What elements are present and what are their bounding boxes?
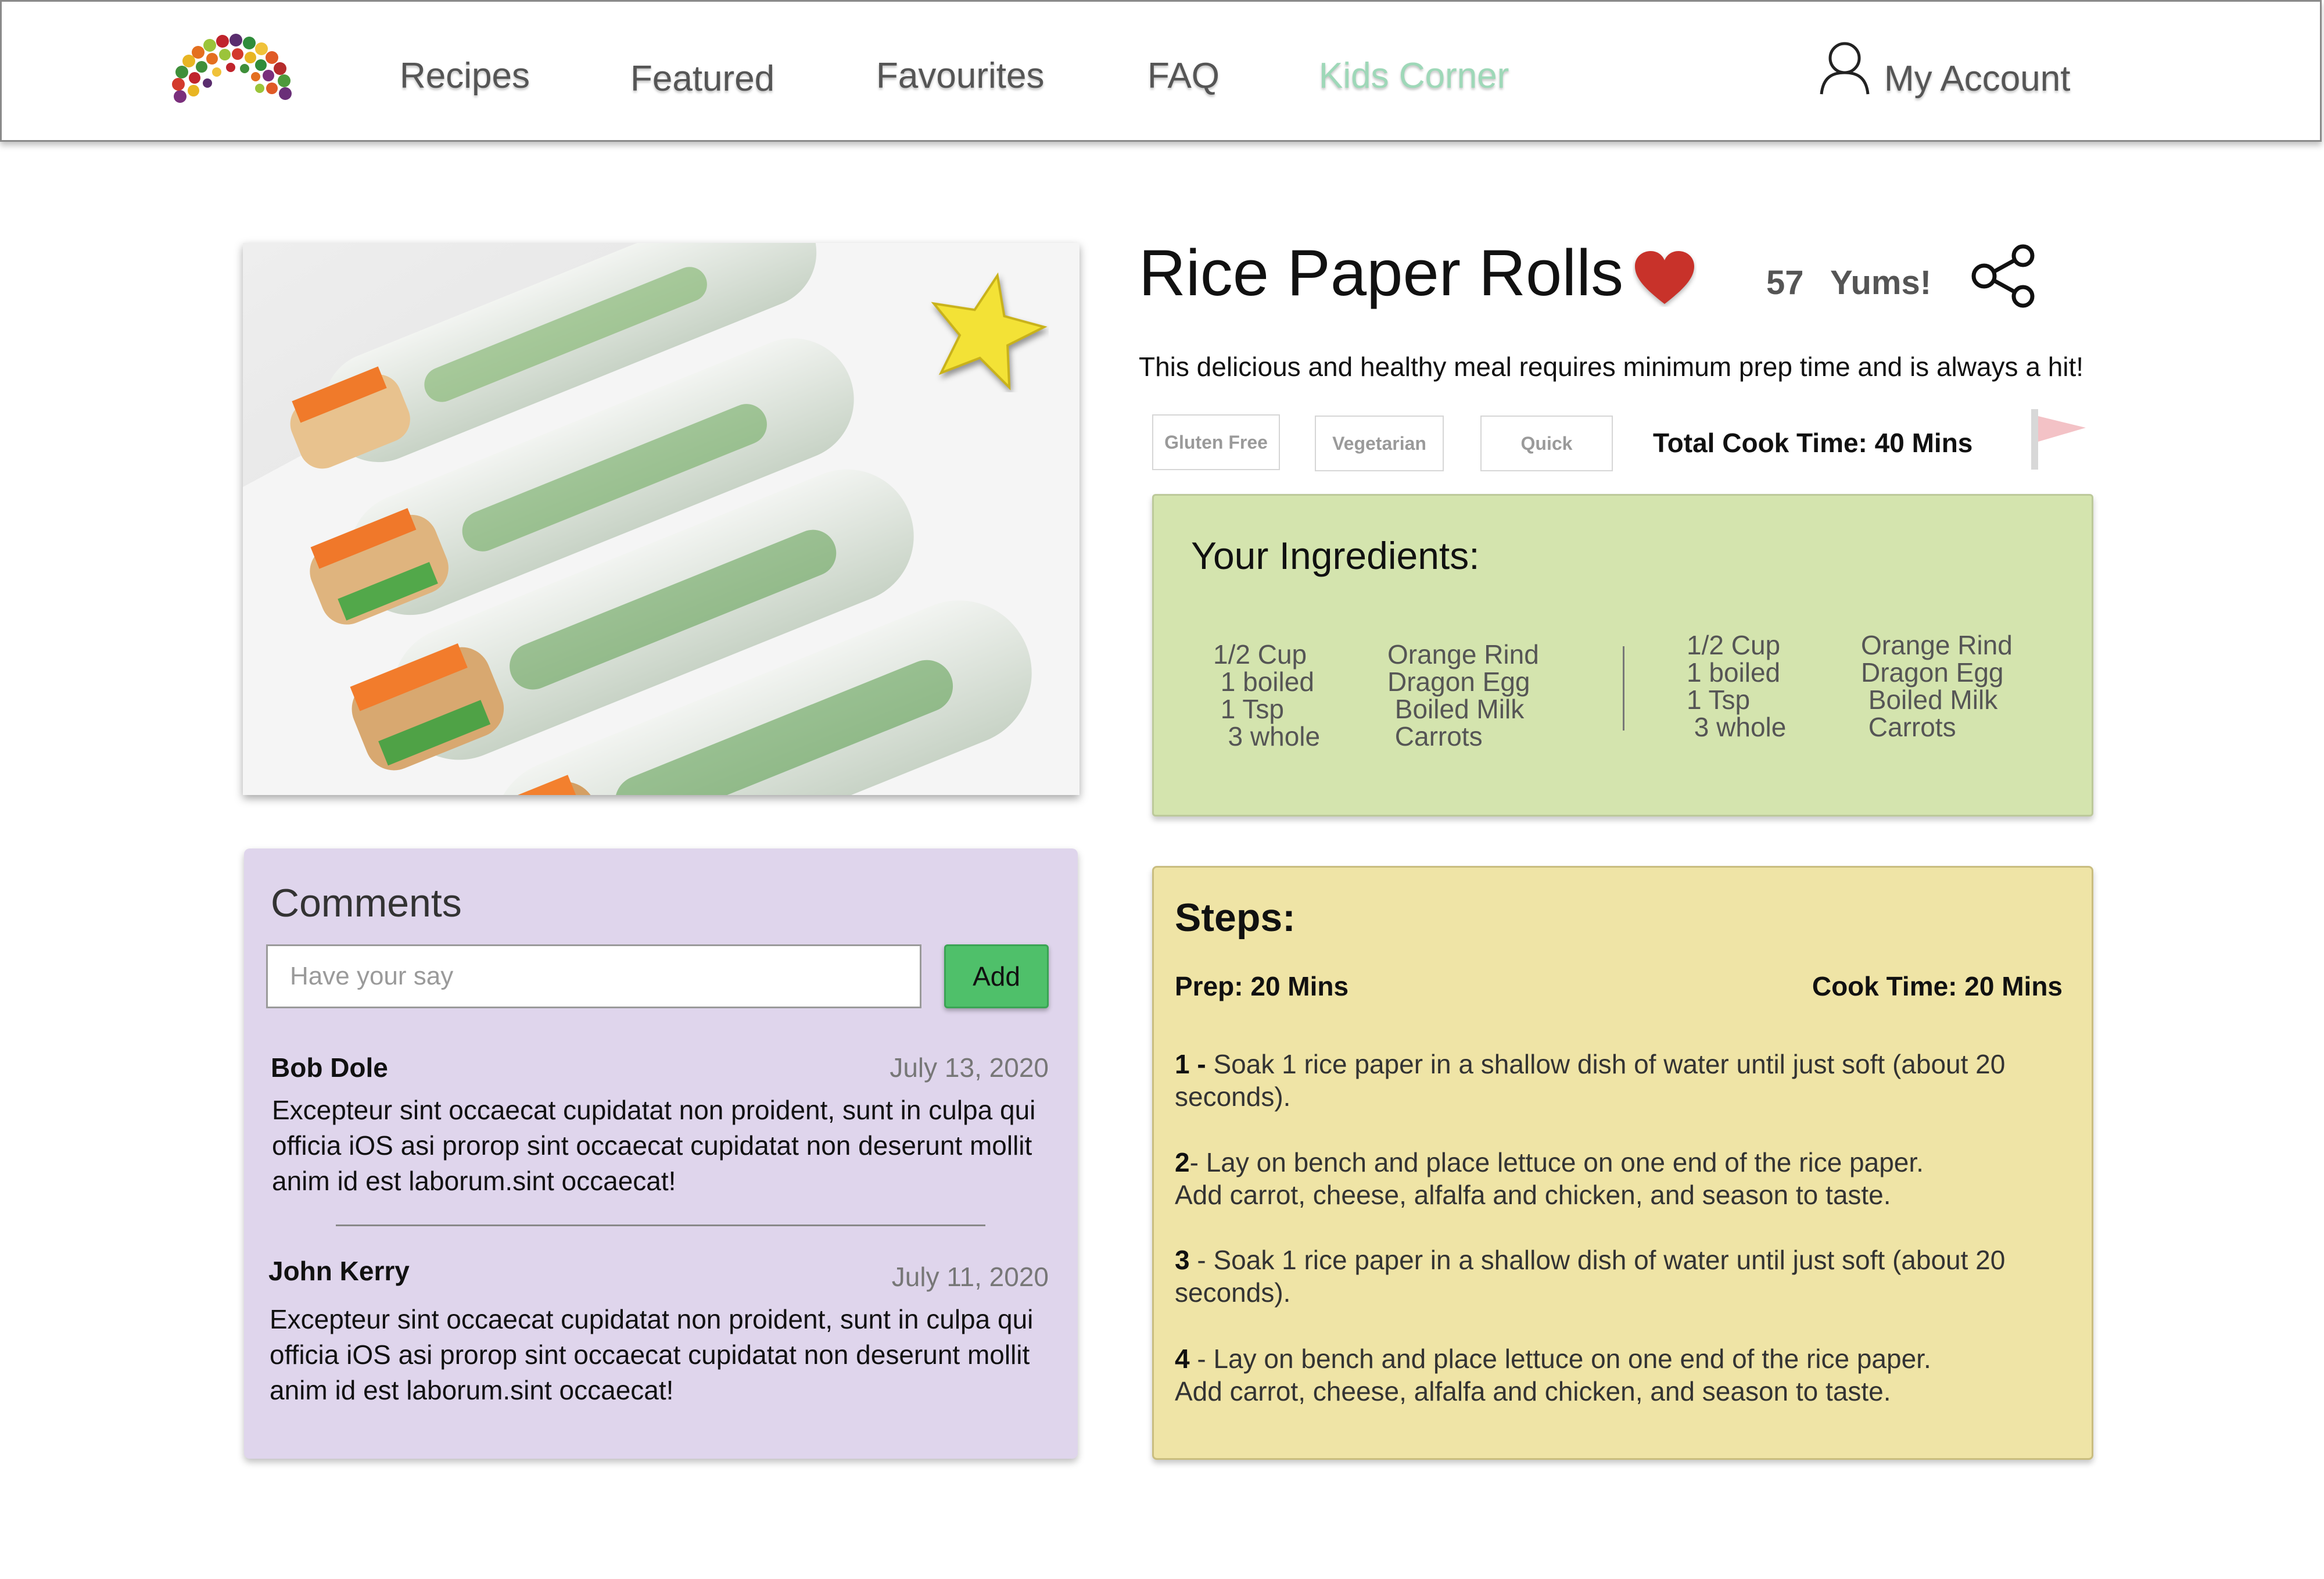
nav-favourites[interactable]: Favourites [876, 55, 1044, 96]
comment-divider [336, 1224, 985, 1226]
recipe-description: This delicious and healthy meal requires… [1139, 352, 2084, 382]
comment-input[interactable] [266, 944, 921, 1008]
yum-label: Yums! [1830, 264, 1932, 302]
my-account-link[interactable]: My Account [1884, 58, 2070, 99]
nav-faq[interactable]: FAQ [1147, 55, 1220, 96]
step-number: 1 - [1175, 1049, 1206, 1079]
ingredient-items-2: Orange Rind Dragon Egg Boiled Milk Carro… [1861, 630, 2013, 742]
nav-recipes[interactable]: Recipes [400, 55, 530, 96]
nav-featured[interactable]: Featured [630, 58, 774, 99]
steps-title: Steps: [1175, 896, 1296, 940]
step-text: - Lay on bench and place lettuce on one … [1175, 1344, 1931, 1406]
nav-kids-corner[interactable]: Kids Corner [1319, 55, 1509, 96]
step-number: 3 [1175, 1245, 1190, 1275]
flag-icon[interactable] [2028, 407, 2092, 471]
cook-time: Cook Time: 20 Mins [1812, 971, 2063, 1001]
ingredients-title: Your Ingredients: [1191, 534, 1480, 577]
prep-time: Prep: 20 Mins [1175, 971, 1349, 1001]
user-icon[interactable] [1819, 41, 1871, 96]
step-text: Soak 1 rice paper in a shallow dish of w… [1175, 1049, 2006, 1112]
step-number: 4 [1175, 1344, 1190, 1374]
comment-date: July 11, 2020 [891, 1262, 1049, 1292]
step-item: 1 - Soak 1 rice paper in a shallow dish … [1175, 1048, 2070, 1113]
total-cook-time: Total Cook Time: 40 Mins [1653, 428, 1973, 458]
ingredient-quantities-2: 1/2 Cup 1 boiled 1 Tsp 3 whole [1687, 630, 1787, 742]
ingredient-quantities-1: 1/2 Cup 1 boiled 1 Tsp 3 whole [1213, 639, 1321, 751]
step-item: 2- Lay on bench and place lettuce on one… [1175, 1146, 1953, 1211]
comment-body: Excepteur sint occaecat cupidatat non pr… [272, 1095, 1036, 1196]
comment-body: Excepteur sint occaecat cupidatat non pr… [270, 1304, 1034, 1405]
ingredients-divider [1623, 646, 1624, 731]
heart-icon[interactable] [1633, 249, 1697, 307]
step-text: - Lay on bench and place lettuce on one … [1175, 1147, 1924, 1210]
comment-author: John Kerry [268, 1256, 410, 1286]
share-icon[interactable] [1970, 244, 2039, 308]
add-comment-button[interactable]: Add [944, 944, 1049, 1008]
tag-quick[interactable]: Quick [1480, 416, 1613, 471]
step-number: 2 [1175, 1147, 1190, 1177]
fruit-rainbow-logo[interactable] [166, 28, 296, 106]
star-icon[interactable] [924, 267, 1049, 392]
comments-title: Comments [271, 881, 462, 925]
recipe-title: Rice Paper Rolls [1139, 237, 1624, 309]
ingredient-items-1: Orange Rind Dragon Egg Boiled Milk Carro… [1387, 639, 1539, 751]
tag-vegetarian[interactable]: Vegetarian [1315, 416, 1444, 471]
step-text: - Soak 1 rice paper in a shallow dish of… [1175, 1245, 2006, 1308]
tag-gluten-free[interactable]: Gluten Free [1152, 414, 1280, 470]
comment-date: July 13, 2020 [890, 1052, 1049, 1083]
step-item: 4 - Lay on bench and place lettuce on on… [1175, 1342, 1953, 1408]
yum-count: 57 [1766, 264, 1804, 302]
step-item: 3 - Soak 1 rice paper in a shallow dish … [1175, 1244, 2070, 1309]
comment-author: Bob Dole [271, 1052, 388, 1083]
